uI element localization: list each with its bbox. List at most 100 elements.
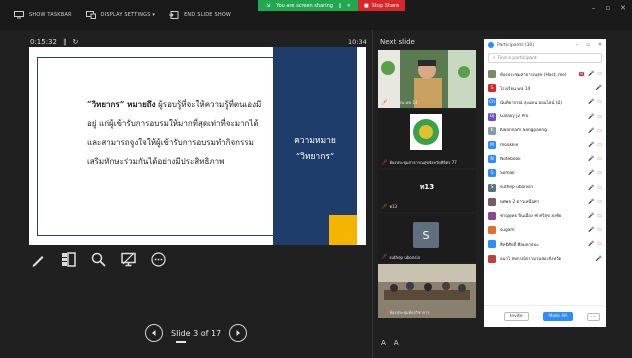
participant-row[interactable]: K Kwannam Sangpaeng 🎤 ▭	[484, 124, 606, 138]
participant-row[interactable]: สิทธิศักดิ์ ศิลมหาธนะ 🎤 ▭	[484, 237, 606, 251]
current-slide[interactable]: “วิทยากร” หมายถึง ผู้รอบรู้ที่จะให้ความร…	[29, 47, 366, 245]
video-off-icon[interactable]: ▭	[597, 142, 602, 148]
participant-row[interactable]: S Somak 🎤 ▭	[484, 166, 606, 180]
show-taskbar-button[interactable]: SHOW TASKBAR	[14, 11, 72, 19]
pause-share-icon[interactable]: ∥	[339, 3, 342, 9]
minimize-icon[interactable]: –	[576, 42, 579, 48]
video-off-icon[interactable]: ▭	[597, 71, 602, 77]
end-slide-show-button[interactable]: END SLIDE SHOW	[169, 11, 231, 19]
video-off-icon[interactable]: ▭	[597, 128, 602, 134]
close-icon[interactable]: ✕	[598, 42, 602, 48]
participant-row[interactable]: ชาญยุทธ ปิ่นเมือง ฑ์ ศรีสุข ลุงชัย 🎤 ▭	[484, 209, 606, 223]
participant-status-icons: 🎤 ▭	[588, 199, 602, 205]
mic-muted-icon[interactable]: 🎤	[588, 213, 594, 219]
video-off-icon[interactable]: ▭	[597, 156, 602, 162]
participant-row[interactable]: S โรงเรียน wa 14 🎤	[484, 81, 606, 95]
mic-muted-icon[interactable]: 🎤	[588, 199, 594, 205]
participant-status-icons: 🎤 ▭	[588, 99, 602, 105]
participant-name: ทศพล 2 ดาวเหนือศา	[500, 200, 540, 206]
next-slide-button[interactable]	[229, 324, 248, 342]
slide-panel-line-1: ความหมาย	[294, 136, 336, 146]
black-screen-icon[interactable]	[121, 252, 136, 267]
display-settings-button[interactable]: DISPLAY SETTINGS ▾	[85, 11, 156, 19]
mic-muted-icon[interactable]: 🎤	[588, 170, 594, 176]
minimize-icon[interactable]: –	[592, 4, 596, 12]
more-options-icon[interactable]	[151, 252, 166, 267]
restore-icon[interactable]: ▫	[605, 4, 610, 12]
video-tile[interactable]: ท13 🎤︎ ท13	[378, 170, 476, 212]
tile-name-label: 🎤︎ suthep ubonsin	[381, 254, 420, 260]
video-off-icon[interactable]: ▭	[597, 213, 602, 219]
share-options-icon[interactable]: ▾	[347, 3, 350, 9]
pane-divider[interactable]	[372, 30, 373, 358]
participant-row[interactable]: Ch นันทิยากรณ์ ลุงแดน ออนไลน์ (มี) 🎤 ▭	[484, 95, 606, 109]
participant-status-icons: 🎤 ▭	[588, 71, 602, 77]
mic-muted-icon[interactable]: 🎤	[588, 114, 594, 120]
decrease-text-size-button[interactable]: A	[394, 339, 399, 347]
participant-list: ห้องประชุมสาธารณสุข (Host, me) M 🎤 ▭ S โรงเรี…	[484, 67, 606, 266]
mic-muted-icon[interactable]: 🎤	[588, 156, 594, 162]
mic-muted-icon[interactable]: 🎤	[588, 227, 594, 233]
participant-status-icons: 🎤 ▭	[588, 142, 602, 148]
video-off-icon[interactable]: ▭	[597, 199, 602, 205]
invite-button[interactable]: Invite	[504, 312, 529, 321]
more-options-button[interactable]: ···	[586, 312, 600, 321]
participant-name: ห้องประชุมสาธารณสุข (Host, me)	[500, 72, 567, 78]
stop-share-button[interactable]: ■ Stop Share	[357, 0, 406, 11]
mic-muted-icon[interactable]: 🎤	[588, 128, 594, 134]
video-off-icon[interactable]: ▭	[597, 99, 602, 105]
pen-icon[interactable]	[31, 252, 46, 267]
show-taskbar-label: SHOW TASKBAR	[29, 12, 72, 18]
video-tile[interactable]: 🎤︎ โรงเรียน wa 14	[378, 50, 476, 108]
slide-definition-text: “วิทยากร” หมายถึง ผู้รอบรู้ที่จะให้ความร…	[87, 95, 275, 171]
video-off-icon[interactable]: ▭	[597, 227, 602, 233]
video-off-icon[interactable]: ▭	[597, 170, 602, 176]
display-settings-label: DISPLAY SETTINGS ▾	[100, 12, 156, 18]
previous-slide-button[interactable]	[145, 324, 163, 342]
close-icon[interactable]: ✕	[620, 4, 626, 12]
participant-row[interactable]: N Notebook 🎤 ▭	[484, 152, 606, 166]
participant-avatar: K	[488, 126, 496, 135]
reset-timer-icon[interactable]: ↻	[73, 38, 79, 46]
zoom-presenter-view: SHOW TASKBAR DISPLAY SETTINGS ▾ END SLID…	[0, 0, 632, 358]
mic-muted-icon[interactable]: 🎤	[588, 99, 594, 105]
increase-text-size-button[interactable]: A	[381, 339, 386, 347]
participant-name: สิทธิศักดิ์ ศิลมหาธนะ	[500, 242, 539, 248]
slide-counter[interactable]: Slide 3 of 17	[171, 329, 221, 338]
mic-off-icon: 🎤︎	[381, 309, 388, 316]
video-tile[interactable]: S 🎤︎ suthep ubonsin	[378, 214, 476, 262]
mic-muted-icon[interactable]: 🎤	[588, 142, 594, 148]
mic-muted-icon[interactable]: 🎤	[596, 85, 602, 91]
participant-row[interactable]: ห้องประชุมสาธารณสุข (Host, me) M 🎤 ▭	[484, 67, 606, 81]
participant-name: sugam	[500, 227, 515, 233]
mute-all-button[interactable]: Mute All	[542, 312, 573, 321]
mic-muted-icon[interactable]: 🎤	[596, 256, 602, 262]
video-tile[interactable]: 🎤︎ ห้องประชุมห้องวิชาการ	[378, 264, 476, 318]
see-all-slides-icon[interactable]	[61, 252, 76, 267]
video-off-icon[interactable]: ▭	[597, 185, 602, 191]
pause-timer-icon[interactable]: ∥	[63, 38, 67, 46]
video-off-icon[interactable]: ▭	[597, 114, 602, 120]
participant-search-input[interactable]: ⌕ Find a participant	[488, 53, 602, 63]
video-tile[interactable]: 🎤︎ ห้องประชุมสาธารณสุขจังหวัดพิจิตร 77	[378, 110, 476, 168]
participant-name: Galaxy J2 Pro	[500, 114, 529, 120]
participant-avatar: S	[488, 169, 496, 178]
participant-status-icons: 🎤 ▭	[588, 213, 602, 219]
participant-row[interactable]: Mmookkie 🎤 ▭	[484, 138, 606, 152]
participant-avatar: M	[488, 141, 496, 150]
video-off-icon[interactable]: ▭	[597, 241, 602, 247]
participant-row[interactable]: GJ Galaxy J2 Pro 🎤 ▭	[484, 110, 606, 124]
mic-muted-icon[interactable]: 🎤	[588, 71, 594, 77]
participant-row[interactable]: ทศพล 2 ดาวเหนือศา 🎤 ▭	[484, 195, 606, 209]
mic-muted-icon[interactable]: 🎤	[588, 241, 594, 247]
participant-row[interactable]: อนาไ สหกรณ์กรามวนสองจังหวัด 🎤	[484, 251, 606, 265]
mic-muted-icon[interactable]: 🎤	[588, 185, 594, 191]
participant-row[interactable]: Ssuthep ubonsin 🎤 ▭	[484, 181, 606, 195]
zoom-into-slide-icon[interactable]	[91, 252, 106, 267]
participant-avatar	[488, 197, 496, 206]
maximize-icon[interactable]: ▫	[586, 42, 589, 48]
participant-avatar	[488, 70, 496, 79]
sharing-status-text: You are screen sharing	[276, 2, 333, 9]
taskbar-icon	[14, 11, 24, 19]
participant-row[interactable]: sugam 🎤 ▭	[484, 223, 606, 237]
